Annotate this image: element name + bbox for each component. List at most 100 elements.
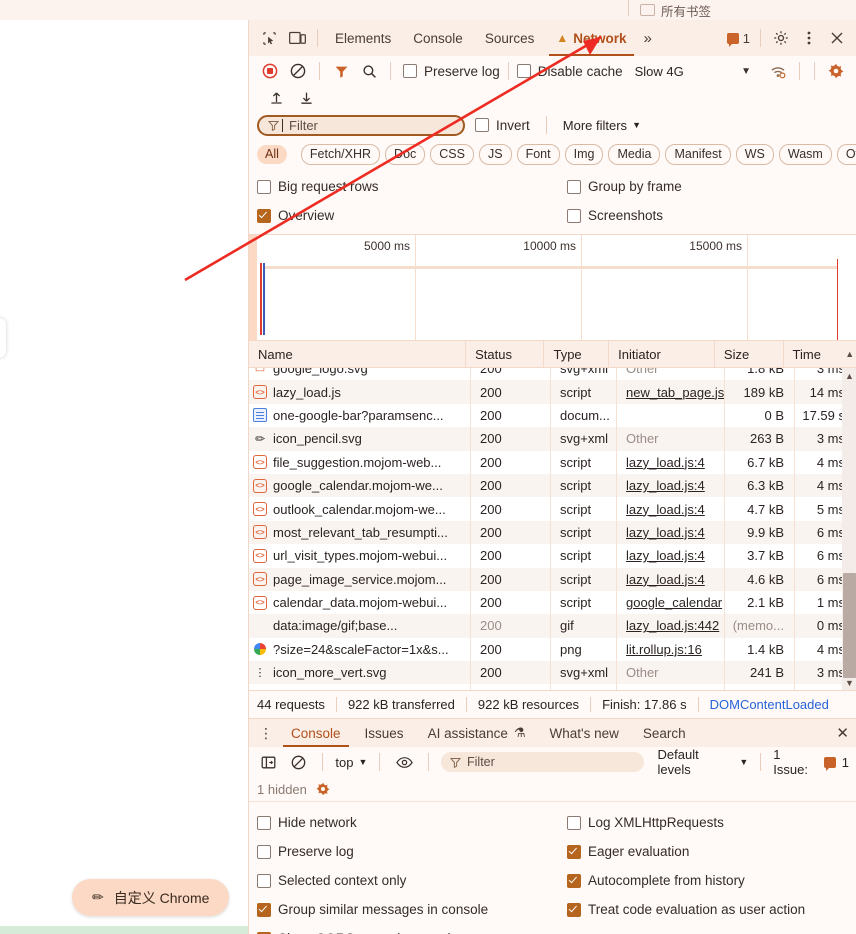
type-filter-img[interactable]: Img — [564, 143, 604, 165]
type-filter-fetchxhr[interactable]: Fetch/XHR — [300, 143, 381, 165]
table-row[interactable]: <> most_relevant_tab_resumpti... 200 script… — [249, 520, 856, 545]
network-settings-gear-icon[interactable] — [823, 60, 849, 82]
overview-box[interactable] — [257, 208, 271, 223]
request-name-cell[interactable]: ▭ google_logo.svg — [249, 368, 471, 381]
type-filter-doc[interactable]: Doc — [385, 143, 426, 165]
request-name-cell[interactable]: <> google_calendar.mojom-we... — [249, 473, 471, 498]
type-filter-wasm[interactable]: Wasm — [778, 143, 832, 165]
table-row[interactable]: <> outlook_calendar.mojom-we... 200 script l… — [249, 497, 856, 521]
overview-left-handle[interactable] — [249, 235, 257, 340]
type-filter-css[interactable]: CSS — [430, 143, 474, 165]
request-name-cell[interactable]: + add.svg — [249, 684, 471, 690]
drawer-close-icon[interactable]: ✕ — [836, 719, 849, 747]
type-filter-other[interactable]: Other — [836, 143, 856, 165]
console-setting-group-similar-messages-in-console[interactable]: Group similar messages in console — [257, 902, 567, 917]
request-initiator-cell[interactable]: Other — [617, 684, 725, 690]
invert-box[interactable] — [475, 118, 489, 132]
console-setting-eager-evaluation[interactable]: Eager evaluation — [567, 844, 689, 859]
network-conditions-icon[interactable] — [765, 60, 791, 82]
request-name-cell[interactable]: <> lazy_load.js — [249, 380, 471, 404]
column-header-type[interactable]: Type — [544, 341, 610, 367]
console-setting-autocomplete-from-history-box[interactable] — [567, 873, 581, 888]
scrollbar-thumb[interactable] — [843, 573, 856, 678]
request-initiator[interactable]: lazy_load.js:4 — [626, 525, 705, 540]
table-row[interactable]: ▭ google_logo.svg 200 svg+xml Other 1.8 kB 3 m… — [249, 368, 856, 381]
request-initiator[interactable]: lazy_load.js:4 — [626, 455, 705, 470]
request-initiator[interactable]: lazy_load.js:4 — [626, 502, 705, 517]
drawer-tab-console[interactable]: Console — [279, 719, 353, 747]
table-row[interactable]: one-google-bar?paramsenc... 200 docum... 0 … — [249, 403, 856, 428]
more-tabs-icon[interactable]: » — [638, 30, 658, 47]
gear-icon[interactable] — [767, 25, 795, 51]
request-initiator-cell[interactable]: Other — [617, 661, 725, 685]
console-setting-selected-context-only-box[interactable] — [257, 873, 271, 888]
table-row[interactable]: + add.svg 200 svg+xml Other 153 B 6 ms — [249, 684, 856, 690]
throttling-caret-icon[interactable]: ▼ — [741, 66, 751, 77]
column-header-time[interactable]: Time — [784, 341, 843, 367]
scroll-up-arrow-icon[interactable]: ▲ — [842, 368, 856, 383]
more-vertical-icon[interactable] — [795, 25, 823, 51]
request-initiator[interactable]: google_calendar — [626, 595, 722, 610]
table-row[interactable]: data:image/gif;base... 200 gif lazy_load.js… — [249, 614, 856, 638]
request-name-cell[interactable]: <> outlook_calendar.mojom-we... — [249, 497, 471, 521]
drawer-tab-whats-new[interactable]: What's new — [538, 719, 631, 747]
drawer-tab-issues[interactable]: Issues — [353, 719, 416, 747]
table-row[interactable]: <> page_image_service.mojom... 200 script la… — [249, 567, 856, 591]
request-initiator-cell[interactable]: new_tab_page.js: — [617, 380, 725, 404]
type-filter-media[interactable]: Media — [608, 143, 661, 165]
overview-checkbox[interactable]: Overview — [257, 208, 567, 223]
inspect-element-icon[interactable] — [255, 25, 283, 51]
table-row[interactable]: ⋮ icon_more_vert.svg 200 svg+xml Other 241 B 3… — [249, 661, 856, 685]
invert-checkbox[interactable]: Invert — [475, 118, 530, 133]
all-bookmarks-button[interactable]: 所有书签 — [640, 0, 711, 20]
table-row[interactable]: <> file_suggestion.mojom-web... 200 script l… — [249, 450, 856, 474]
request-initiator-cell[interactable]: lazy_load.js:4 — [617, 473, 725, 498]
console-setting-treat-code-evaluation-as-user-action-box[interactable] — [567, 902, 581, 917]
request-name-cell[interactable]: ✏ icon_pencil.svg — [249, 427, 471, 451]
group-by-frame-checkbox[interactable]: Group by frame — [567, 179, 682, 194]
table-row[interactable]: ?size=24&scaleFactor=1x&s... 200 png lit.ro… — [249, 637, 856, 662]
type-filter-ws[interactable]: WS — [735, 143, 774, 165]
drawer-tab-ai-assistance[interactable]: AI assistance ⚗ — [416, 719, 538, 747]
type-filter-js[interactable]: JS — [478, 143, 512, 165]
console-issues-button[interactable]: 1 Issue: 1 — [773, 747, 849, 777]
sort-ascending-icon[interactable]: ▲ — [842, 349, 856, 359]
request-name-cell[interactable]: data:image/gif;base... — [249, 614, 471, 638]
customize-chrome-button[interactable]: ✏ 自定义 Chrome — [72, 879, 230, 916]
preserve-log-checkbox[interactable]: Preserve log — [403, 64, 500, 79]
table-body[interactable]: ▭ google_logo.svg 200 svg+xml Other 1.8 kB 3 m… — [249, 368, 856, 690]
request-initiator[interactable]: lazy_load.js:4 — [626, 572, 705, 587]
request-initiator-cell[interactable] — [617, 403, 725, 428]
column-header-size[interactable]: Size — [715, 341, 784, 367]
tab-sources[interactable]: Sources — [474, 20, 546, 56]
console-setting-autocomplete-from-history[interactable]: Autocomplete from history — [567, 873, 745, 888]
search-icon[interactable] — [356, 60, 382, 82]
tab-elements[interactable]: Elements — [324, 20, 402, 56]
disable-cache-box[interactable] — [516, 64, 531, 78]
request-initiator-cell[interactable]: lazy_load.js:442 — [617, 614, 725, 638]
console-setting-log-xmlhttprequests-box[interactable] — [567, 815, 581, 830]
export-har-icon[interactable] — [293, 86, 319, 108]
drawer-tab-search[interactable]: Search — [631, 719, 698, 747]
console-setting-preserve-log-box[interactable] — [257, 844, 271, 859]
column-header-status[interactable]: Status — [466, 341, 545, 367]
live-expressions-eye-icon[interactable] — [392, 751, 416, 773]
request-name-cell[interactable]: <> calendar_data.mojom-webui... — [249, 590, 471, 615]
request-initiator-cell[interactable]: google_calendar — [617, 590, 725, 615]
request-initiator[interactable]: lazy_load.js:4 — [626, 478, 705, 493]
screenshots-checkbox[interactable]: Screenshots — [567, 208, 663, 223]
overview-chart-area[interactable] — [249, 259, 856, 340]
request-initiator-cell[interactable]: lazy_load.js:4 — [617, 544, 725, 568]
request-initiator-cell[interactable]: lazy_load.js:4 — [617, 497, 725, 521]
request-initiator[interactable]: lazy_load.js:4 — [626, 548, 705, 563]
request-name-cell[interactable]: ?size=24&scaleFactor=1x&s... — [249, 637, 471, 662]
request-initiator[interactable]: new_tab_page.js: — [626, 385, 724, 400]
type-filter-all[interactable]: All — [257, 144, 287, 164]
big-request-rows-box[interactable] — [257, 179, 271, 194]
request-initiator-cell[interactable]: lazy_load.js:4 — [617, 567, 725, 591]
request-initiator-cell[interactable]: Other — [617, 427, 725, 451]
request-name-cell[interactable]: <> page_image_service.mojom... — [249, 567, 471, 591]
console-setting-preserve-log[interactable]: Preserve log — [257, 844, 567, 859]
throttling-dropdown[interactable]: Slow 4G — [635, 64, 684, 79]
type-filter-manifest[interactable]: Manifest — [665, 143, 731, 165]
